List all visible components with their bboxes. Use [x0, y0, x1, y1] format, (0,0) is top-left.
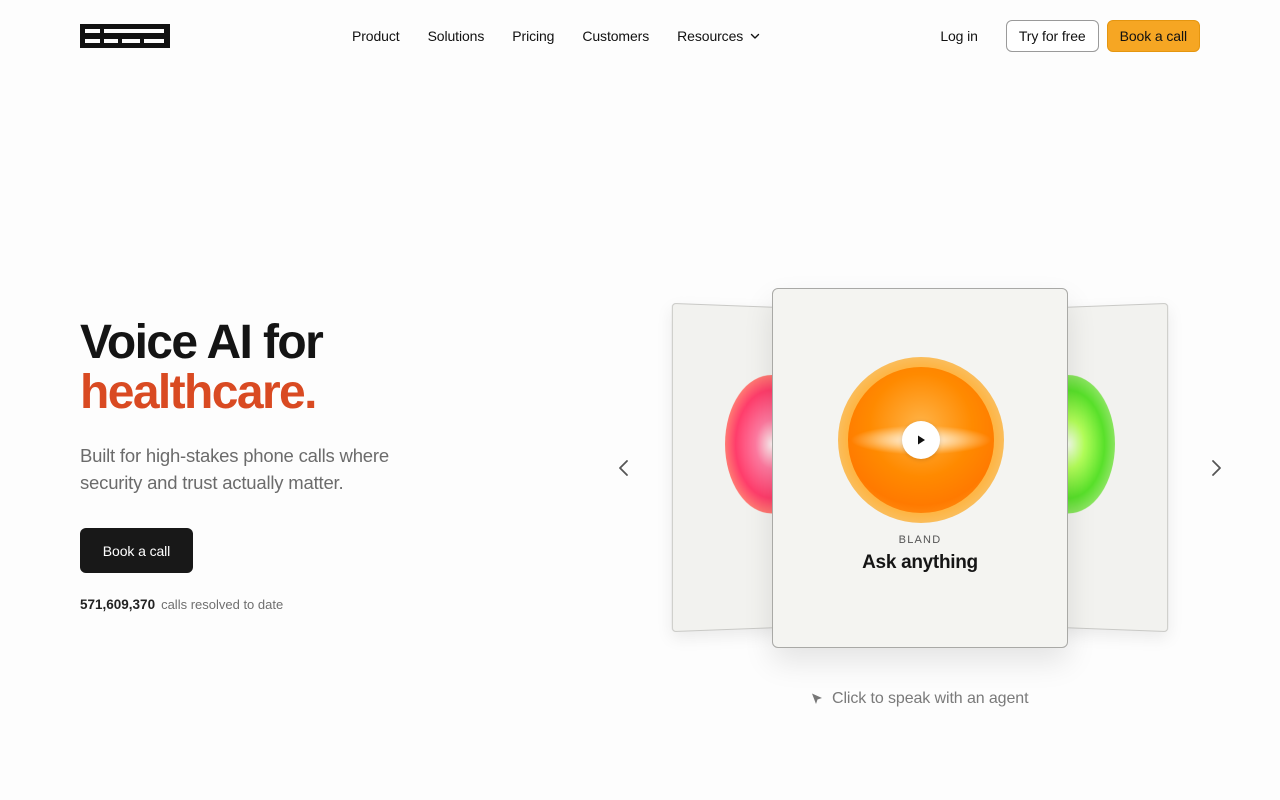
- agent-card-prev[interactable]: [671, 302, 781, 633]
- chevron-right-icon[interactable]: [1204, 456, 1228, 480]
- play-button[interactable]: [902, 421, 940, 459]
- cursor-icon: [812, 693, 822, 704]
- nav-label: Customers: [582, 28, 650, 44]
- hero-headline: Voice AI for healthcare.: [80, 316, 324, 419]
- nav-customers[interactable]: Customers: [582, 27, 649, 45]
- headline-accent: healthcare.: [80, 366, 317, 419]
- agent-card-next[interactable]: [1059, 302, 1169, 633]
- nav-label: Solutions: [427, 28, 485, 44]
- agent-card-active[interactable]: BLAND Ask anything: [772, 288, 1068, 648]
- nav-solutions[interactable]: Solutions: [428, 27, 485, 45]
- login-link[interactable]: Log in: [940, 28, 978, 44]
- calls-stat: 571,609,370 calls resolved to date: [80, 597, 283, 612]
- book-call-header-button[interactable]: Book a call: [1106, 20, 1200, 52]
- nav-pricing[interactable]: Pricing: [512, 27, 554, 45]
- agent-orb-ring: [838, 357, 1004, 523]
- stat-number: 571,609,370: [80, 597, 156, 612]
- play-icon: [918, 435, 925, 445]
- stat-label: calls resolved to date: [161, 597, 284, 612]
- hero-subtitle: Built for high-stakes phone calls where …: [80, 445, 389, 493]
- card-brand: BLAND: [898, 534, 942, 546]
- bland-logo[interactable]: [80, 24, 170, 48]
- speak-hint[interactable]: Click to speak with an agent: [810, 690, 1029, 708]
- nav-label: Product: [352, 28, 400, 44]
- nav-label: Resources: [677, 28, 744, 44]
- nav-label: Pricing: [512, 28, 555, 44]
- page: Product Solutions Pricing Customers Reso…: [0, 0, 1280, 800]
- chevron-down-icon: [750, 33, 760, 39]
- header-actions: Log in Try for free Book a call: [940, 20, 1200, 52]
- try-free-button[interactable]: Try for free: [1005, 20, 1099, 52]
- nav-resources[interactable]: Resources: [677, 27, 761, 45]
- nav-product[interactable]: Product: [352, 27, 400, 45]
- headline-line1: Voice AI for: [80, 316, 324, 369]
- hint-label: Click to speak with an agent: [832, 690, 1029, 707]
- book-call-hero-button[interactable]: Book a call: [80, 528, 193, 573]
- card-title: Ask anything: [862, 552, 978, 573]
- agent-orb-orange: [848, 367, 994, 513]
- main-nav: Product Solutions Pricing Customers Reso…: [352, 27, 761, 45]
- chevron-left-icon[interactable]: [612, 456, 636, 480]
